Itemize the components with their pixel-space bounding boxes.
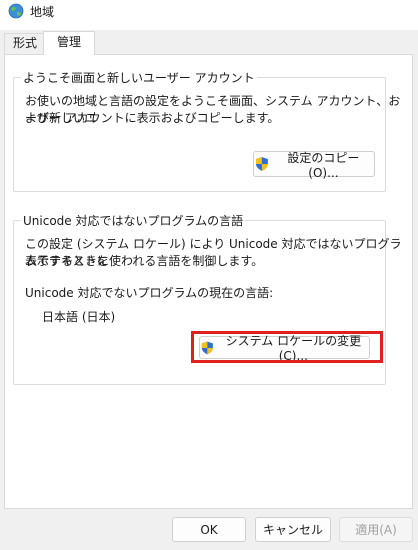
tab-format[interactable]: 形式 [4,33,46,54]
tab-panel: ようこそ画面と新しいユーザー アカウント お使いの地域と言語の設定をようこそ画面… [4,54,413,509]
highlight-box [191,331,383,363]
current-language-label: Unicode 対応でないプログラムの現在の言語: [25,286,274,300]
welcome-group-legend: ようこそ画面と新しいユーザー アカウント [21,69,257,86]
title-bar: 地域 [0,0,418,30]
unicode-group-legend: Unicode 対応ではないプログラムの言語 [21,212,246,229]
globe-icon [8,3,24,19]
copy-settings-label: 設定のコピー(O)... [287,150,360,180]
welcome-description-line2: ーザー アカウントに表示およびコピーします。 [25,111,280,125]
uac-shield-icon [255,157,268,171]
cancel-button[interactable]: キャンセル [255,517,331,542]
apply-button[interactable]: 適用(A) [339,517,413,542]
ok-button[interactable]: OK [172,517,246,542]
unicode-description-line2: 表示するときに使われる言語を制御します。 [25,254,264,268]
tab-administrative[interactable]: 管理 [43,31,95,55]
copy-settings-button[interactable]: 設定のコピー(O)... [253,150,375,180]
window-title: 地域 [30,5,55,19]
current-language-value: 日本語 (日本) [42,310,116,324]
